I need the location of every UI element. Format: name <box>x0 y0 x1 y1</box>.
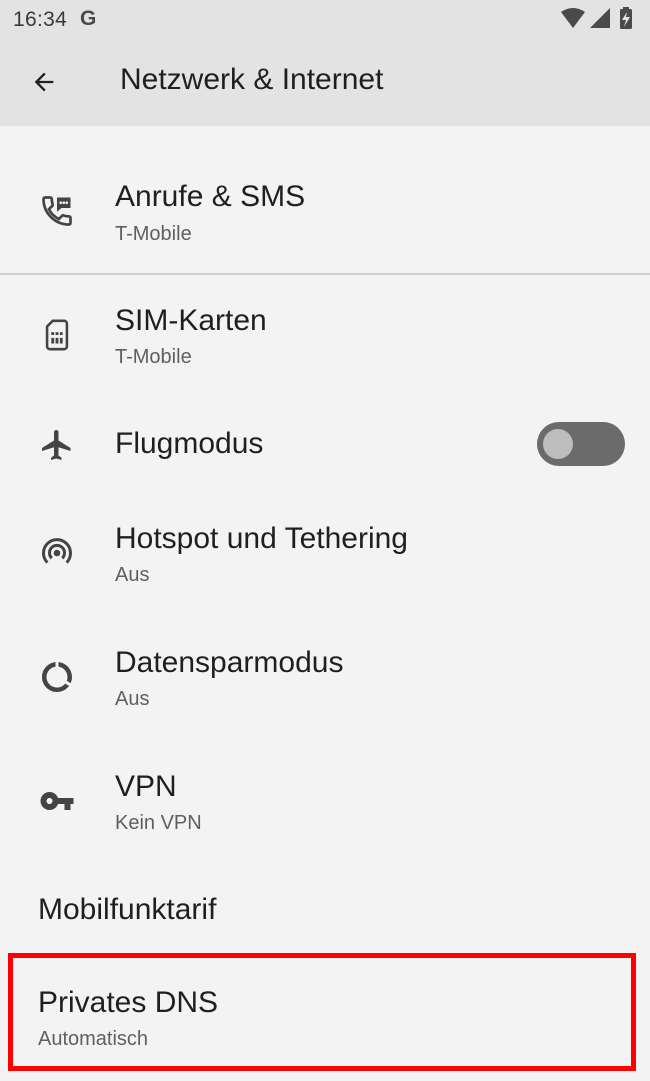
highlight-box <box>8 953 636 1071</box>
settings-item-sim-cards[interactable]: SIM-Karten T-Mobile <box>0 276 650 396</box>
status-bar: 16:34 G <box>0 0 650 38</box>
settings-item-mobile-plan[interactable]: Mobilfunktarif <box>0 866 650 952</box>
settings-item-calls-sms[interactable]: Anrufe & SMS T-Mobile <box>0 150 650 272</box>
settings-item-title: VPN <box>115 770 177 803</box>
airplane-icon <box>38 426 76 464</box>
settings-item-title: Anrufe & SMS <box>115 180 306 213</box>
settings-item-data-saver[interactable]: Datensparmodus Aus <box>0 616 650 736</box>
app-bar: Netzwerk & Internet <box>0 38 650 126</box>
settings-item-subtitle: T-Mobile <box>115 346 192 368</box>
status-time: 16:34 <box>13 8 68 31</box>
settings-item-title: Datensparmodus <box>115 646 344 679</box>
wifi-icon <box>561 8 585 28</box>
settings-item-title: Hotspot und Tethering <box>115 522 408 555</box>
status-icons <box>561 7 632 29</box>
vpn-key-icon <box>38 782 76 820</box>
hotspot-icon <box>38 534 76 572</box>
sim-card-icon <box>38 316 76 354</box>
settings-item-title: Mobilfunktarif <box>38 893 217 926</box>
settings-item-vpn[interactable]: VPN Kein VPN <box>0 740 650 860</box>
back-button[interactable] <box>20 58 68 106</box>
settings-item-subtitle: Aus <box>115 564 150 586</box>
battery-charging-icon <box>620 7 632 29</box>
google-g-icon: G <box>80 7 97 30</box>
settings-item-title: Flugmodus <box>115 427 264 460</box>
settings-item-subtitle: T-Mobile <box>115 223 192 245</box>
settings-item-subtitle: Kein VPN <box>115 812 202 834</box>
cell-signal-icon <box>590 8 610 28</box>
data-saver-icon <box>38 658 76 696</box>
section-divider <box>0 273 650 275</box>
phone-sms-icon <box>38 192 76 230</box>
back-arrow-icon <box>34 72 54 92</box>
settings-item-hotspot[interactable]: Hotspot und Tethering Aus <box>0 492 650 612</box>
toggle-knob <box>543 429 573 459</box>
airplane-mode-toggle[interactable] <box>537 422 625 466</box>
settings-item-subtitle: Aus <box>115 688 150 710</box>
settings-item-title: SIM-Karten <box>115 304 267 337</box>
page-title: Netzwerk & Internet <box>120 63 384 96</box>
